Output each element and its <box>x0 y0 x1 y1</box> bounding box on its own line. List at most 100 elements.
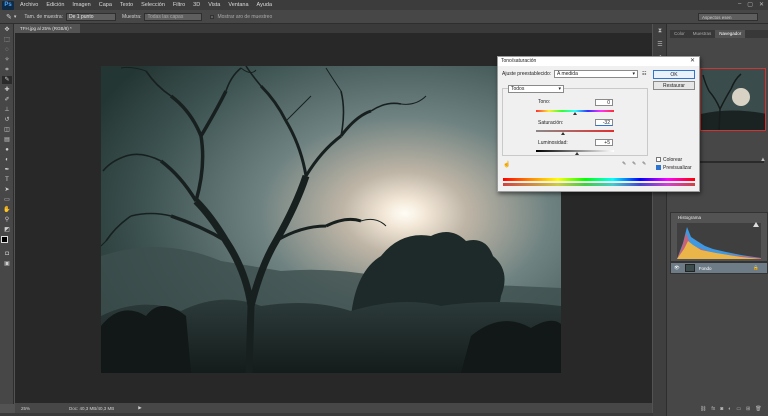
reset-button[interactable]: Restaurar <box>653 81 695 90</box>
gradient-tool-icon[interactable]: ▤ <box>2 136 12 144</box>
maximize-icon[interactable]: ▢ <box>747 1 753 8</box>
document-image[interactable] <box>101 66 561 373</box>
saturation-label: Saturación: <box>538 120 564 126</box>
saturation-slider-track[interactable] <box>536 130 614 132</box>
blur-tool-icon[interactable]: ● <box>2 146 12 154</box>
menu-edicion[interactable]: Edición <box>42 2 68 8</box>
lightness-label: Luminosidad: <box>538 140 568 146</box>
menu-imagen[interactable]: Imagen <box>68 2 94 8</box>
document-tab-bar <box>18 24 652 33</box>
delete-layer-icon[interactable]: 🗑 <box>755 406 761 412</box>
add-mask-icon[interactable]: ◙ <box>720 406 723 412</box>
path-selection-tool-icon[interactable]: ➤ <box>2 186 12 194</box>
tool-preset-chevron-icon[interactable]: ▾ <box>14 14 17 20</box>
eyedropper-icon[interactable]: ✎ <box>622 161 626 167</box>
preset-select[interactable]: A medida ▾ <box>554 70 638 78</box>
dodge-tool-icon[interactable]: ◐ <box>2 156 12 164</box>
history-brush-tool-icon[interactable]: ↺ <box>2 116 12 124</box>
channel-select[interactable]: Todos ▾ <box>508 85 564 93</box>
menu-ayuda[interactable]: Ayuda <box>253 2 277 8</box>
zoom-tool-icon[interactable]: ⚲ <box>2 216 12 224</box>
eyedropper-tool-icon[interactable]: ✎ <box>6 13 12 21</box>
hand-tool-icon[interactable]: ✋ <box>2 206 12 214</box>
status-menu-arrow-icon[interactable]: ▶ <box>138 405 141 411</box>
lasso-tool-icon[interactable]: ◌ <box>2 46 12 54</box>
new-adjustment-layer-icon[interactable]: ◐ <box>728 406 731 412</box>
minimize-icon[interactable]: – <box>738 1 741 8</box>
tab-muestras[interactable]: Muestras <box>689 30 716 38</box>
type-tool-icon[interactable]: T <box>2 176 12 184</box>
brush-tool-icon[interactable]: ✐ <box>2 96 12 104</box>
quick-mask-icon[interactable]: ◘ <box>2 250 12 258</box>
dialog-close-icon[interactable]: ✕ <box>690 57 695 66</box>
menu-ventana[interactable]: Ventana <box>224 2 252 8</box>
marquee-tool-icon[interactable]: ⬚ <box>2 36 12 44</box>
hue-slider-thumb[interactable] <box>573 112 577 115</box>
sample-layers-select[interactable]: Todas las capas <box>144 12 203 21</box>
show-ring-label: Mostrar aro de muestreo <box>217 13 273 20</box>
layer-style-icon[interactable]: fx <box>711 406 715 412</box>
layer-name[interactable]: Fondo <box>699 266 712 271</box>
window-controls: – ▢ ✕ <box>738 1 764 8</box>
foreground-background-swatch[interactable] <box>1 236 13 248</box>
menu-filtro[interactable]: Filtro <box>169 2 189 8</box>
crop-tool-icon[interactable]: ⌗ <box>2 66 12 74</box>
preset-options-icon[interactable]: ☷ <box>642 71 646 77</box>
pen-tool-icon[interactable]: ✒ <box>2 166 12 174</box>
menu-texto[interactable]: Texto <box>116 2 137 8</box>
layer-visibility-icon[interactable]: 👁 <box>674 265 680 271</box>
eyedropper-minus-icon[interactable]: ✎ <box>642 161 646 167</box>
eyedropper-tool-icon[interactable]: ✎ <box>2 76 12 84</box>
new-layer-icon[interactable]: ⊞ <box>746 406 750 412</box>
layer-row[interactable]: 👁 Fondo 🔒 <box>670 262 768 274</box>
tab-color[interactable]: Color <box>670 30 689 38</box>
document-tab[interactable]: TFH.jpg al 25% (RGB/8) * <box>18 24 80 33</box>
quick-select-tool-icon[interactable]: ✧ <box>2 56 12 64</box>
eraser-tool-icon[interactable]: ◫ <box>2 126 12 134</box>
clone-stamp-tool-icon[interactable]: ⊥ <box>2 106 12 114</box>
menu-bar: Ps Archivo Edición Imagen Capa Texto Sel… <box>0 0 768 10</box>
screen-mode-icon[interactable]: ▣ <box>2 260 12 268</box>
saturation-slider-thumb[interactable] <box>560 132 565 135</box>
properties-panel-icon[interactable]: ☰ <box>655 41 665 50</box>
navigator-panel-tabs: Color Muestras Navegador <box>670 30 768 38</box>
input-color-bar <box>503 178 695 181</box>
menu-vista[interactable]: Vista <box>204 2 224 8</box>
tools-panel: ✥ ⬚ ◌ ✧ ⌗ ✎ ✚ ✐ ⊥ ↺ ◫ ▤ ● ◐ ✒ T ➤ ▭ ✋ ⚲ … <box>0 24 14 404</box>
hue-input[interactable]: 0 <box>595 99 613 106</box>
new-group-icon[interactable]: ▭ <box>736 406 741 412</box>
move-tool-icon[interactable]: ✥ <box>2 26 12 34</box>
tab-navegador[interactable]: Navegador <box>715 30 746 38</box>
default-colors-icon[interactable]: ◩ <box>2 226 12 234</box>
options-bar: ✎ ▾ Tam. de muestra: De 1 punto Muestra:… <box>0 10 768 24</box>
menu-3d[interactable]: 3D <box>189 2 204 8</box>
colorize-label: Colorear <box>663 157 683 163</box>
lightness-slider-thumb[interactable] <box>574 152 579 155</box>
menu-capa[interactable]: Capa <box>95 2 116 8</box>
healing-brush-tool-icon[interactable]: ✚ <box>2 86 12 94</box>
show-ring-checkbox[interactable] <box>210 14 215 19</box>
close-window-icon[interactable]: ✕ <box>759 1 764 8</box>
navigator-preview[interactable] <box>700 68 766 131</box>
preview-checkbox[interactable] <box>656 165 661 170</box>
colorize-checkbox[interactable] <box>656 157 661 162</box>
menu-archivo[interactable]: Archivo <box>16 2 42 8</box>
zoom-in-icon[interactable]: ▲ <box>760 157 766 163</box>
foreground-color-swatch[interactable] <box>1 236 8 243</box>
saturation-input[interactable]: -32 <box>595 119 613 126</box>
target-adjust-icon[interactable]: ☝ <box>503 161 510 168</box>
eyedropper-plus-icon[interactable]: ✎ <box>632 161 636 167</box>
zoom-level[interactable]: 25% <box>21 406 61 411</box>
preset-select-value: A medida <box>557 71 578 77</box>
sample-size-select[interactable]: De 1 punto <box>66 12 117 21</box>
history-panel-icon[interactable]: ⧗ <box>655 28 665 37</box>
ok-button[interactable]: OK <box>653 70 695 79</box>
lightness-input[interactable]: +5 <box>595 139 613 146</box>
workspace-select[interactable]: Aspectos esen <box>698 13 758 21</box>
link-layers-icon[interactable]: ⛓ <box>700 406 706 412</box>
chevron-down-icon: ▾ <box>632 71 635 77</box>
document-info: Doc: 40,3 MB/40,3 MB <box>69 405 115 411</box>
histogram-tab[interactable]: Histograma <box>670 214 701 221</box>
menu-seleccion[interactable]: Selección <box>137 2 169 8</box>
shape-tool-icon[interactable]: ▭ <box>2 196 12 204</box>
